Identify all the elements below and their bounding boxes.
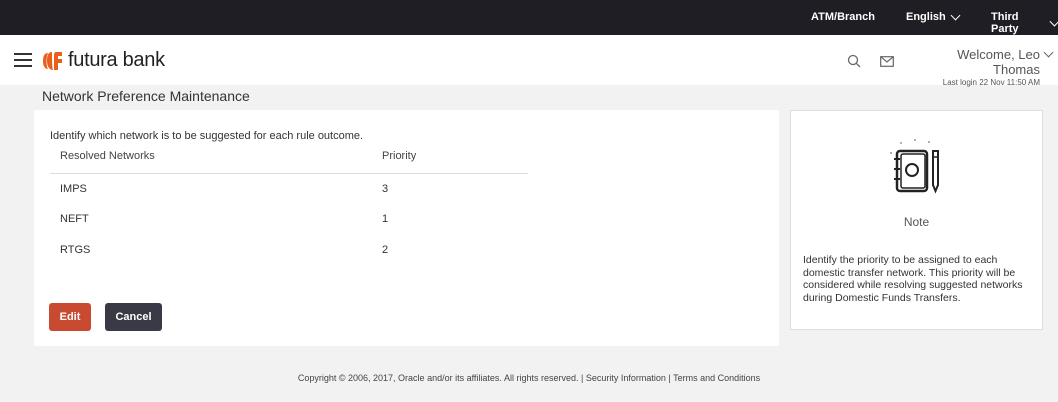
network-preference-panel: Identify which network is to be suggeste… <box>34 110 779 346</box>
copyright-text: Copyright © 2006, 2017, Oracle and/or it… <box>297 373 579 383</box>
notebook-pen-icon <box>890 139 939 194</box>
search-icon[interactable] <box>847 54 861 68</box>
column-header-priority: Priority <box>382 150 417 162</box>
futura-logo-icon <box>43 51 62 70</box>
priority-cell: 2 <box>382 244 389 256</box>
welcome-text: Welcome, Leo Thomas <box>957 47 1040 77</box>
priority-cell: 3 <box>382 183 389 195</box>
last-login-text: Last login 22 Nov 11:50 AM <box>942 78 1040 87</box>
page-description: Identify which network is to be suggeste… <box>50 130 364 142</box>
hamburger-menu-icon[interactable] <box>14 53 32 67</box>
priority-cell: 1 <box>382 213 389 225</box>
app-header: futura bank Welcome, Leo Thomas Last log… <box>0 35 1058 87</box>
language-dropdown[interactable]: English <box>906 10 961 23</box>
note-title: Note <box>903 215 930 229</box>
network-cell: NEFT <box>60 213 89 225</box>
chevron-down-icon[interactable] <box>1043 47 1054 58</box>
atm-branch-label: ATM/Branch <box>811 11 875 23</box>
terms-and-conditions-link[interactable]: Terms and Conditions <box>673 373 760 383</box>
note-panel: Note Identify the priority to be assigne… <box>790 110 1043 330</box>
brand-logo[interactable]: futura bank <box>42 49 165 72</box>
top-bar: ATM/Branch English Third Party <box>0 0 1058 35</box>
edit-button[interactable]: Edit <box>49 303 91 331</box>
third-party-label: Third Party <box>991 11 1019 35</box>
network-cell: RTGS <box>60 244 91 256</box>
mail-icon[interactable] <box>880 56 894 67</box>
brand-name: futura bank <box>68 49 165 71</box>
atm-branch-link[interactable]: ATM/Branch <box>811 11 875 23</box>
footer-separator: | <box>580 373 584 383</box>
user-menu[interactable]: Welcome, Leo Thomas Last login 22 Nov 11… <box>912 47 1040 87</box>
footer-separator: | <box>668 373 671 383</box>
cancel-button[interactable]: Cancel <box>105 303 162 331</box>
footer: Copyright © 2006, 2017, Oracle and/or it… <box>0 373 1058 383</box>
third-party-dropdown[interactable]: Third Party <box>991 11 1058 35</box>
page-title: Network Preference Maintenance <box>42 88 250 104</box>
column-header-network: Resolved Networks <box>60 150 155 162</box>
header-divider <box>50 173 528 174</box>
chevron-down-icon <box>1049 16 1058 26</box>
note-text: Identify the priority to be assigned to … <box>803 254 1023 304</box>
chevron-down-icon <box>950 10 961 20</box>
network-cell: IMPS <box>60 183 87 195</box>
language-label: English <box>906 11 946 23</box>
security-information-link[interactable]: Security Information <box>586 373 666 383</box>
